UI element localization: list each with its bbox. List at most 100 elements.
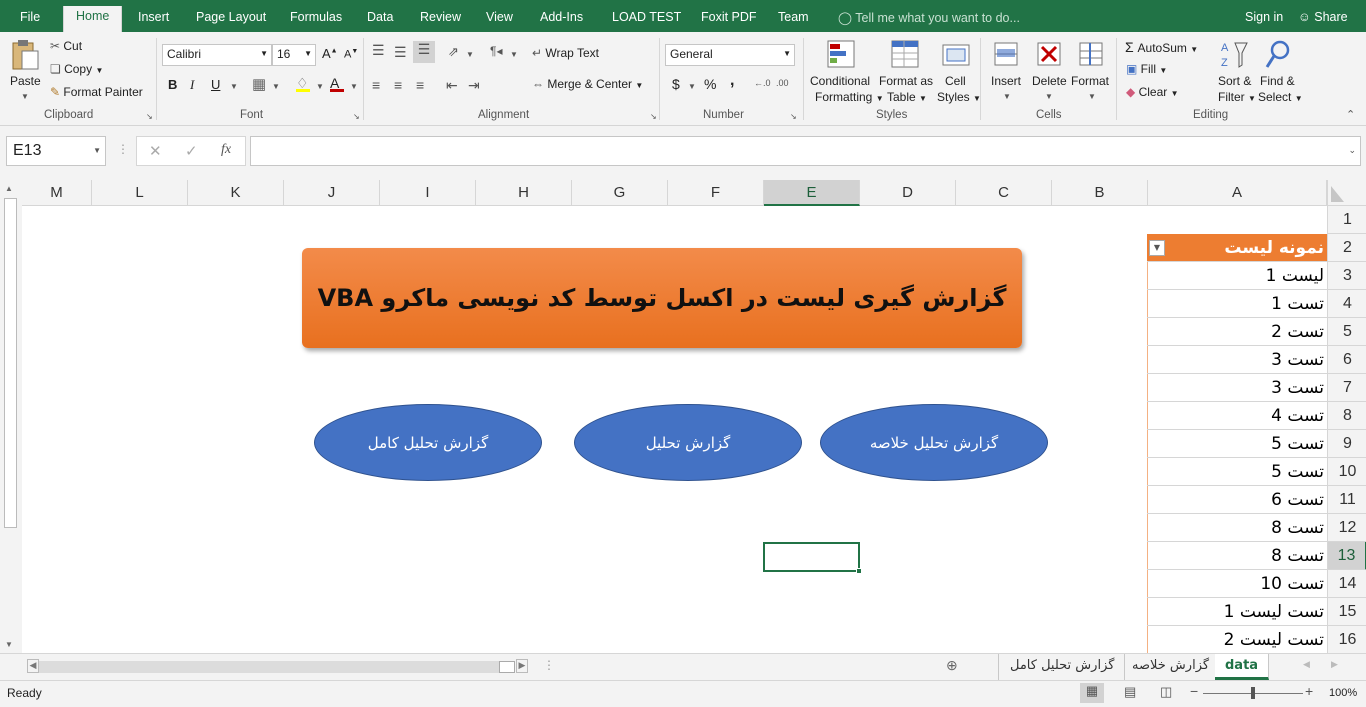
analysis-report-button[interactable]: گزارش تحلیل — [574, 404, 802, 481]
wrap-text-button[interactable]: ↵ Wrap Text — [532, 46, 599, 60]
italic-button[interactable]: I — [190, 77, 194, 93]
underline-button[interactable]: U — [211, 77, 220, 92]
row-header-5[interactable]: 5 — [1328, 318, 1366, 346]
new-sheet-icon[interactable]: ⊕ — [946, 657, 958, 674]
tab-add-ins[interactable]: Add-Ins — [540, 10, 583, 24]
table-row[interactable]: تست 3 — [1147, 346, 1327, 374]
table-header-cell[interactable]: نمونه لیست ▼ — [1147, 234, 1327, 262]
alignment-launcher-icon[interactable]: ↘ — [650, 112, 657, 121]
paste-dropdown-icon[interactable]: ▼ — [21, 92, 29, 101]
increase-decimal-icon[interactable]: ←.0 — [754, 78, 771, 88]
name-box[interactable]: E13 ▼ — [6, 136, 106, 166]
cell-styles-button[interactable]: Cell — [945, 74, 966, 88]
chevron-down-icon[interactable]: ▼ — [316, 82, 324, 91]
formula-input[interactable]: ⌄ — [250, 136, 1361, 166]
format-painter-button[interactable]: ✎ Format Painter — [50, 85, 143, 99]
summary-report-button[interactable]: گزارش تحلیل خلاصه — [820, 404, 1048, 481]
normal-view-icon[interactable]: ▦ — [1080, 683, 1104, 703]
prev-sheet-icon[interactable]: ◀ — [1303, 659, 1310, 670]
delete-button[interactable]: Delete — [1032, 74, 1067, 88]
selected-cell-E13[interactable] — [763, 542, 862, 574]
row-header-7[interactable]: 7 — [1328, 374, 1366, 402]
table-row[interactable]: تست 1 — [1147, 290, 1327, 318]
column-header-F[interactable]: F — [668, 180, 764, 206]
bottom-align-icon[interactable]: ☰ — [413, 41, 435, 63]
column-header-D[interactable]: D — [860, 180, 956, 206]
page-layout-view-icon[interactable]: ▤ — [1124, 684, 1136, 700]
format-as-table-icon[interactable] — [889, 38, 921, 70]
sort-filter-icon[interactable]: AZ — [1218, 38, 1250, 72]
table-row[interactable]: تست لیست 1 — [1147, 598, 1327, 626]
scroll-up-icon[interactable]: ▲ — [5, 184, 13, 193]
find-select-icon[interactable] — [1262, 38, 1294, 72]
increase-font-icon[interactable]: A▲ — [322, 46, 338, 61]
font-color-icon[interactable]: A — [330, 75, 344, 92]
number-launcher-icon[interactable]: ↘ — [790, 112, 797, 121]
row-header-3[interactable]: 3 — [1328, 262, 1366, 290]
number-format-select[interactable]: General ▼ — [665, 44, 795, 66]
column-header-K[interactable]: K — [188, 180, 284, 206]
tell-me-search[interactable]: ◯ Tell me what you want to do... — [838, 10, 1020, 25]
conditional-formatting-icon[interactable] — [825, 38, 857, 70]
column-header-H[interactable]: H — [476, 180, 572, 206]
percent-button[interactable]: % — [704, 76, 716, 92]
sheet-tab-data[interactable]: data — [1215, 654, 1270, 680]
table-row[interactable]: تست 3 — [1147, 374, 1327, 402]
cut-button[interactable]: ✂ Cut — [50, 39, 82, 53]
select-all-corner[interactable] — [1327, 180, 1366, 206]
chevron-down-icon[interactable]: ▼ — [466, 50, 474, 59]
table-row[interactable]: تست 5 — [1147, 430, 1327, 458]
table-row[interactable]: تست 8 — [1147, 542, 1327, 570]
chevron-down-icon[interactable]: ▼ — [1003, 92, 1011, 101]
scroll-left-icon[interactable]: ◀ — [27, 659, 39, 673]
orientation-icon[interactable]: ⇗ — [448, 44, 459, 60]
table-row[interactable]: تست 8 — [1147, 514, 1327, 542]
row-header-9[interactable]: 9 — [1328, 430, 1366, 458]
column-header-G[interactable]: G — [572, 180, 668, 206]
format-as-table-button[interactable]: Format as — [879, 74, 933, 88]
worksheet-grid[interactable]: گزارش گیری لیست در اکسل توسط کد نویسی ما… — [22, 206, 1327, 653]
row-header-10[interactable]: 10 — [1328, 458, 1366, 486]
insert-button[interactable]: Insert — [991, 74, 1021, 88]
column-header-A[interactable]: A — [1148, 180, 1327, 206]
horizontal-scroll-thumb[interactable] — [499, 661, 515, 673]
scroll-down-icon[interactable]: ▼ — [5, 640, 13, 649]
conditional-formatting-button[interactable]: Conditional — [810, 74, 870, 88]
chevron-down-icon[interactable]: ▼ — [688, 82, 696, 91]
tab-formulas[interactable]: Formulas — [290, 10, 342, 24]
text-direction-icon[interactable]: ¶◂ — [490, 44, 502, 58]
row-header-8[interactable]: 8 — [1328, 402, 1366, 430]
horizontal-scrollbar[interactable] — [39, 661, 515, 673]
middle-align-icon[interactable]: ☰ — [394, 44, 407, 61]
table-row[interactable]: تست 6 — [1147, 486, 1327, 514]
decrease-decimal-icon[interactable]: .00 — [776, 78, 789, 88]
insert-cells-icon[interactable] — [990, 38, 1022, 70]
align-left-icon[interactable]: ≡ — [372, 77, 380, 93]
column-header-I[interactable]: I — [380, 180, 476, 206]
insert-function-icon[interactable]: fx — [221, 142, 231, 158]
cell-styles-label2[interactable]: Styles ▼ — [937, 90, 981, 104]
zoom-level[interactable]: 100% — [1329, 687, 1357, 699]
row-header-14[interactable]: 14 — [1328, 570, 1366, 598]
enter-icon[interactable]: ✓ — [185, 142, 198, 160]
delete-cells-icon[interactable] — [1033, 38, 1065, 70]
fill-button[interactable]: ▣ Fill ▼ — [1126, 62, 1167, 76]
clear-button[interactable]: ◆ Clear ▼ — [1126, 85, 1179, 99]
table-row[interactable]: تست لیست 2 — [1147, 626, 1327, 653]
zoom-slider-thumb[interactable] — [1251, 687, 1255, 699]
zoom-slider[interactable] — [1203, 687, 1303, 699]
autosum-button[interactable]: Σ AutoSum ▼ — [1125, 39, 1198, 55]
row-header-15[interactable]: 15 — [1328, 598, 1366, 626]
chevron-down-icon[interactable]: ▼ — [350, 82, 358, 91]
sign-in-link[interactable]: Sign in — [1245, 10, 1283, 24]
filter-dropdown-icon[interactable]: ▼ — [1149, 240, 1165, 256]
row-header-13[interactable]: 13 — [1328, 542, 1366, 570]
chevron-down-icon[interactable]: ▼ — [1088, 92, 1096, 101]
table-row[interactable]: تست 10 — [1147, 570, 1327, 598]
scroll-thumb[interactable] — [4, 198, 17, 528]
copy-button[interactable]: ❏ Copy ▼ — [50, 62, 103, 76]
decrease-font-icon[interactable]: A▼ — [344, 48, 358, 61]
chevron-down-icon[interactable]: ▼ — [272, 82, 280, 91]
vertical-scrollbar[interactable]: ▲ ▼ — [0, 180, 22, 653]
chevron-down-icon[interactable]: ▼ — [1045, 92, 1053, 101]
